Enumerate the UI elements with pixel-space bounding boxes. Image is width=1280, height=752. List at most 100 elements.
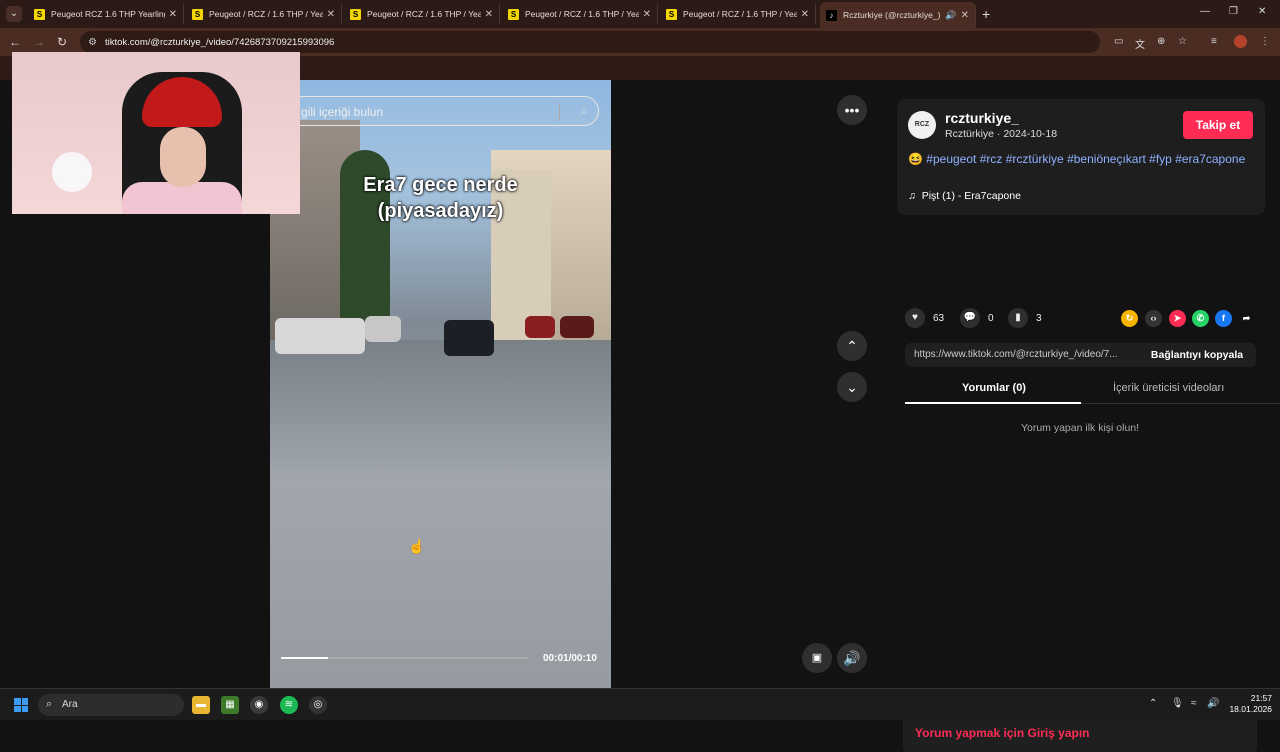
whatsapp-icon[interactable]: ✆ xyxy=(1192,310,1209,327)
close-tab-icon[interactable]: ✕ xyxy=(643,9,651,20)
volume-tray-icon[interactable]: 🔊 xyxy=(1207,698,1219,709)
repost-icon[interactable]: ↻ xyxy=(1121,310,1138,327)
taskbar-search-label: Ara xyxy=(62,699,78,710)
back-icon[interactable]: ← xyxy=(9,35,21,49)
chevron-up-icon[interactable]: ⌃ xyxy=(837,331,867,361)
embed-icon[interactable]: ‹› xyxy=(1145,310,1162,327)
person-face xyxy=(160,127,206,187)
share-arrow-icon[interactable]: ➦ xyxy=(1238,310,1255,327)
like-action[interactable]: ♥ 63 xyxy=(905,308,944,328)
music-note-icon: ♫ xyxy=(908,190,916,202)
login-to-comment[interactable]: Yorum yapmak için Giriş yapın xyxy=(903,715,1257,752)
tab-favicon: S xyxy=(350,8,361,20)
tab-search-dropdown[interactable]: ⌄ xyxy=(6,6,22,22)
pip-icon[interactable]: ▣ xyxy=(802,643,832,673)
wifi-icon[interactable]: ≈ xyxy=(1191,698,1197,709)
close-tab-icon[interactable]: ✕ xyxy=(169,9,177,20)
bookmark-star-icon[interactable]: ☆ xyxy=(1178,36,1187,47)
close-window-icon[interactable]: ✕ xyxy=(1258,6,1266,17)
post-description: 😆 #peugeot #rcz #rcztürkiye #beniöneçıka… xyxy=(908,152,1248,167)
comment-action[interactable]: 💬 0 xyxy=(960,308,994,328)
chevron-down-icon[interactable]: ⌄ xyxy=(837,372,867,402)
tab-title: Peugeot / RCZ / 1.6 THP / Yearl xyxy=(683,9,797,19)
minecraft-icon[interactable]: ▦ xyxy=(221,696,239,714)
browser-tab-1[interactable]: S Peugeot RCZ 1.6 THP Yearling ✕ xyxy=(28,4,184,24)
app-icon[interactable]: ◎ xyxy=(309,696,327,714)
profile-avatar[interactable] xyxy=(1234,35,1247,48)
forward-icon[interactable]: → xyxy=(33,35,45,49)
url-text: tiktok.com/@rczturkiye_/video/7426873709… xyxy=(104,36,335,48)
hashtag-link[interactable]: #fyp xyxy=(1149,152,1172,166)
cast-icon[interactable]: ▭ xyxy=(1114,36,1123,47)
zoom-icon[interactable]: ⊕ xyxy=(1157,36,1165,47)
browser-tab-3[interactable]: S Peugeot / RCZ / 1.6 THP / Yearl ✕ xyxy=(344,4,500,24)
browser-tab-5[interactable]: S Peugeot / RCZ / 1.6 THP / Yearl ✕ xyxy=(660,4,816,24)
media-icon[interactable]: ≡ xyxy=(1211,36,1217,47)
chrome-icon[interactable]: ◉ xyxy=(250,696,268,714)
video-frame-car xyxy=(275,318,365,354)
speaker-icon[interactable]: 🔊 xyxy=(945,10,956,21)
save-count: 3 xyxy=(1036,312,1042,324)
close-tab-icon[interactable]: ✕ xyxy=(327,9,335,20)
hashtag-link[interactable]: #beniöneçıkart xyxy=(1067,152,1146,166)
save-action[interactable]: ▮ 3 xyxy=(1008,308,1042,328)
restore-icon[interactable]: ❐ xyxy=(1229,6,1238,17)
video-progress-bar[interactable] xyxy=(281,657,529,659)
username[interactable]: rczturkiye_ xyxy=(945,110,1019,126)
video-link[interactable]: https://www.tiktok.com/@rczturkiye_/vide… xyxy=(914,349,1118,360)
follow-button[interactable]: Takip et xyxy=(1183,111,1253,139)
post-actions: ♥ 63 💬 0 ▮ 3 ↻ ‹› ➤ ✆ f ➦ xyxy=(905,308,1265,330)
spotify-icon[interactable]: ≋ xyxy=(280,696,298,714)
taskbar-clock[interactable]: 21:57 18.01.2026 xyxy=(1228,693,1272,715)
new-tab-button[interactable]: + xyxy=(982,6,990,22)
site-info-icon[interactable]: ⚙ xyxy=(88,37,97,48)
hashtag-link[interactable]: #era7capone xyxy=(1175,152,1245,166)
address-bar[interactable]: ⚙ tiktok.com/@rczturkiye_/video/74268737… xyxy=(80,31,1100,53)
search-placeholder: gili içeriği bulun xyxy=(301,105,384,119)
browser-tab-4[interactable]: S Peugeot / RCZ / 1.6 THP / Yearl ✕ xyxy=(502,4,658,24)
video-player[interactable]: Era7 gece nerde (piyasadayız) xyxy=(270,80,611,688)
send-icon[interactable]: ➤ xyxy=(1169,310,1186,327)
microphone-icon[interactable]: 🎙 xyxy=(1171,698,1184,709)
file-explorer-icon[interactable]: ▬ xyxy=(192,696,210,714)
bookmark-icon: ▮ xyxy=(1008,308,1028,328)
translate-icon[interactable]: 文 xyxy=(1135,36,1145,51)
hashtag-link[interactable]: #peugeot xyxy=(926,152,976,166)
caption-line-2: (piyasadayız) xyxy=(377,200,504,222)
search-icon[interactable]: ⌕ xyxy=(580,102,588,119)
search-divider xyxy=(559,103,560,121)
caption-line-1: Era7 gece nerde xyxy=(363,174,518,196)
tab-favicon: S xyxy=(192,8,203,20)
login-prompt-text: Yorum yapmak için Giriş yapın xyxy=(915,726,1090,740)
tray-chevron-icon[interactable]: ⌃ xyxy=(1149,698,1157,709)
avatar[interactable]: RCZ xyxy=(908,111,936,139)
music-title: Pişt (1) - Era7capone xyxy=(921,190,1021,202)
minimize-icon[interactable]: — xyxy=(1200,6,1210,17)
comments-tabs: Yorumlar (0) İçerik üreticisi videoları xyxy=(905,378,1280,404)
reload-icon[interactable]: ↻ xyxy=(57,35,67,49)
menu-kebab-icon[interactable]: ⋮ xyxy=(1260,36,1270,47)
more-options-icon[interactable]: ••• xyxy=(837,95,867,125)
copy-link-button[interactable]: Bağlantıyı kopyala xyxy=(1138,343,1256,367)
search-icon: ⌕ xyxy=(46,698,53,710)
hashtag-link[interactable]: #rcztürkiye xyxy=(1006,152,1064,166)
video-frame-car xyxy=(444,320,494,356)
tab-title: Peugeot RCZ 1.6 THP Yearling xyxy=(51,9,165,19)
tab-comments[interactable]: Yorumlar (0) xyxy=(962,382,1026,394)
browser-tab-2[interactable]: S Peugeot / RCZ / 1.6 THP / Yearl ✕ xyxy=(186,4,342,24)
windows-start-icon[interactable] xyxy=(14,698,28,712)
music-link[interactable]: ♫ Pişt (1) - Era7capone xyxy=(908,190,1021,202)
emoji: 😆 xyxy=(908,152,923,166)
close-tab-icon[interactable]: ✕ xyxy=(485,9,493,20)
browser-tab-6-active[interactable]: ♪ Rczturkiye (@rczturkiye_) | T 🔊 ✕ xyxy=(820,2,976,28)
windows-taskbar: ⌕ Ara ▬ ▦ ◉ ≋ ◎ ⌃ 🎙 ≈ 🔊 21:57 18.01.2026 xyxy=(0,688,1280,720)
taskbar-search[interactable]: ⌕ Ara xyxy=(38,694,184,716)
hashtag-link[interactable]: #rcz xyxy=(980,152,1003,166)
close-tab-icon[interactable]: ✕ xyxy=(961,10,969,21)
close-tab-icon[interactable]: ✕ xyxy=(801,9,809,20)
tab-creator-videos[interactable]: İçerik üreticisi videoları xyxy=(1113,382,1224,394)
volume-icon[interactable]: 🔊 xyxy=(837,643,867,673)
facebook-icon[interactable]: f xyxy=(1215,310,1232,327)
video-frame-car xyxy=(560,316,594,338)
post-info-card: RCZ rczturkiye_ Rcztürkiye · 2024-10-18 … xyxy=(897,99,1265,215)
